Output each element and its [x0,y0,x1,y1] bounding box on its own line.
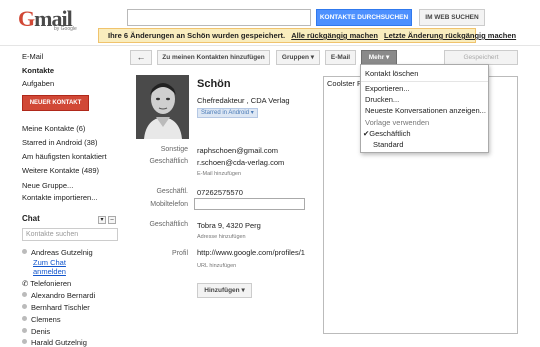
undo-all-link[interactable]: Alle rückgängig machen [291,31,378,40]
back-button[interactable]: ← [130,50,152,65]
chat-contact[interactable]: Alexandro Bernardi [22,291,95,300]
chat-minimize-icon[interactable]: – [108,216,117,224]
status-dot-icon [22,316,27,321]
chat-self-name: Andreas Gutzelnig [31,248,93,257]
chat-search-input[interactable]: Kontakte suchen [22,228,118,241]
saved-button[interactable]: Gespeichert [444,50,518,65]
status-dot-icon [22,328,27,333]
address-value[interactable]: Tobra 9, 4320 Perg [197,221,261,230]
new-group-link[interactable]: Neue Gruppe... [22,181,73,190]
status-dot-icon [22,304,27,309]
chat-contact-name: Bernhard Tischler [31,303,90,312]
email-button[interactable]: E-Mail [325,50,356,65]
chat-signin-link-1[interactable]: Zum Chat [33,258,66,267]
phone-value-business[interactable]: 07262575570 [197,188,243,197]
chat-contact-name: Harald Gutzelnig [31,338,87,347]
menu-divider [361,81,488,82]
menu-item-template-business[interactable]: ✔Geschäftlich [363,129,411,138]
add-field-button[interactable]: Hinzufügen ▾ [197,283,252,298]
menu-item-export[interactable]: Exportieren... [365,84,410,93]
header-divider [0,45,540,46]
menu-section-template: Vorlage verwenden [365,118,430,127]
add-email-link[interactable]: E-Mail hinzufügen [197,171,241,177]
contact-photo[interactable] [136,75,189,139]
gmail-logo[interactable]: Gmail by Google [18,6,80,32]
add-address-link[interactable]: Adresse hinzufügen [197,234,246,240]
status-dot-icon [22,339,27,344]
search-input[interactable] [127,9,311,26]
profile-url[interactable]: http://www.google.com/profiles/11 [197,248,305,257]
logo-subtext: by Google [54,26,77,32]
chat-contact-name: Denis [31,327,51,336]
chat-options-icon[interactable]: ▾ [98,216,106,224]
notification-bar: Ihre 6 Änderungen an Schön wurden gespei… [98,28,516,43]
status-dot-icon [22,249,27,254]
group-badge[interactable]: Starred in Android ▾ [197,108,258,118]
phone-label-business: Geschäftl. [156,188,188,195]
undo-last-link[interactable]: Letzte Änderung rückgängig machen [384,31,516,40]
notice-message: Ihre 6 Änderungen an Schön wurden gespei… [108,31,286,40]
chat-contact[interactable]: Bernhard Tischler [22,303,90,312]
groups-button[interactable]: Gruppen ▾ [276,50,320,65]
chat-contact-name: Alexandro Bernardi [31,291,96,300]
add-url-link[interactable]: URL hinzufügen [197,263,236,269]
new-contact-button[interactable]: NEUER KONTAKT [22,95,89,111]
menu-item-template-standard[interactable]: Standard [373,140,403,149]
nav-tasks[interactable]: Aufgaben [22,79,54,88]
chat-contact[interactable]: Denis [22,327,50,336]
chat-contact[interactable]: Clemens [22,315,61,324]
address-label: Geschäftlich [149,221,188,228]
email-label-other: Sonstige [160,146,188,153]
nav-mail[interactable]: E-Mail [22,52,43,61]
status-dot-icon [22,292,27,297]
menu-item-recent-conversations[interactable]: Neueste Konversationen anzeigen... [365,106,486,115]
search-contacts-button[interactable]: KONTAKTE DURCHSUCHEN [316,9,412,26]
email-value-business[interactable]: r.schoen@cda-verlag.com [197,158,284,167]
nav-contacts[interactable]: Kontakte [22,66,54,75]
email-label-business: Geschäftlich [149,158,188,165]
mobile-phone-input[interactable] [194,198,305,210]
group-most-contacted[interactable]: Am häufigsten kontaktiert [22,152,107,161]
phone-label-mobile: Mobiltelefon [150,201,188,208]
contact-job-title[interactable]: Chefredakteur , CDA Verlag [197,96,290,105]
chat-self[interactable]: Andreas Gutzelnig [22,248,93,257]
chat-phone[interactable]: ✆ Telefonieren [22,279,71,288]
group-starred-android[interactable]: Starred in Android (38) [22,138,97,147]
group-other-contacts[interactable]: Weitere Kontakte (489) [22,166,99,175]
chat-controls: ▾ – [98,214,117,224]
add-to-my-contacts-button[interactable]: Zu meinen Kontakten hinzufügen [157,50,270,65]
chat-phone-label: Telefonieren [30,279,72,288]
phone-icon: ✆ [22,279,29,288]
more-button[interactable]: Mehr ▾ [361,50,397,65]
chat-contact-name: Clemens [31,315,61,324]
menu-item-delete-contact[interactable]: Kontakt löschen [365,69,418,78]
contact-name[interactable]: Schön [197,78,231,90]
chat-contact[interactable]: Harald Gutzelnig [22,338,87,347]
import-contacts-link[interactable]: Kontakte importieren... [22,193,97,202]
email-value-other[interactable]: raphschoen@gmail.com [197,146,278,155]
profile-label: Profil [172,250,188,257]
menu-item-print[interactable]: Drucken... [365,95,399,104]
search-web-button[interactable]: IM WEB SUCHEN [419,9,485,26]
group-my-contacts[interactable]: Meine Kontakte (6) [22,124,85,133]
more-dropdown-menu: Kontakt löschen Exportieren... Drucken..… [360,64,489,153]
chat-signin-link-2[interactable]: anmelden [33,267,66,276]
